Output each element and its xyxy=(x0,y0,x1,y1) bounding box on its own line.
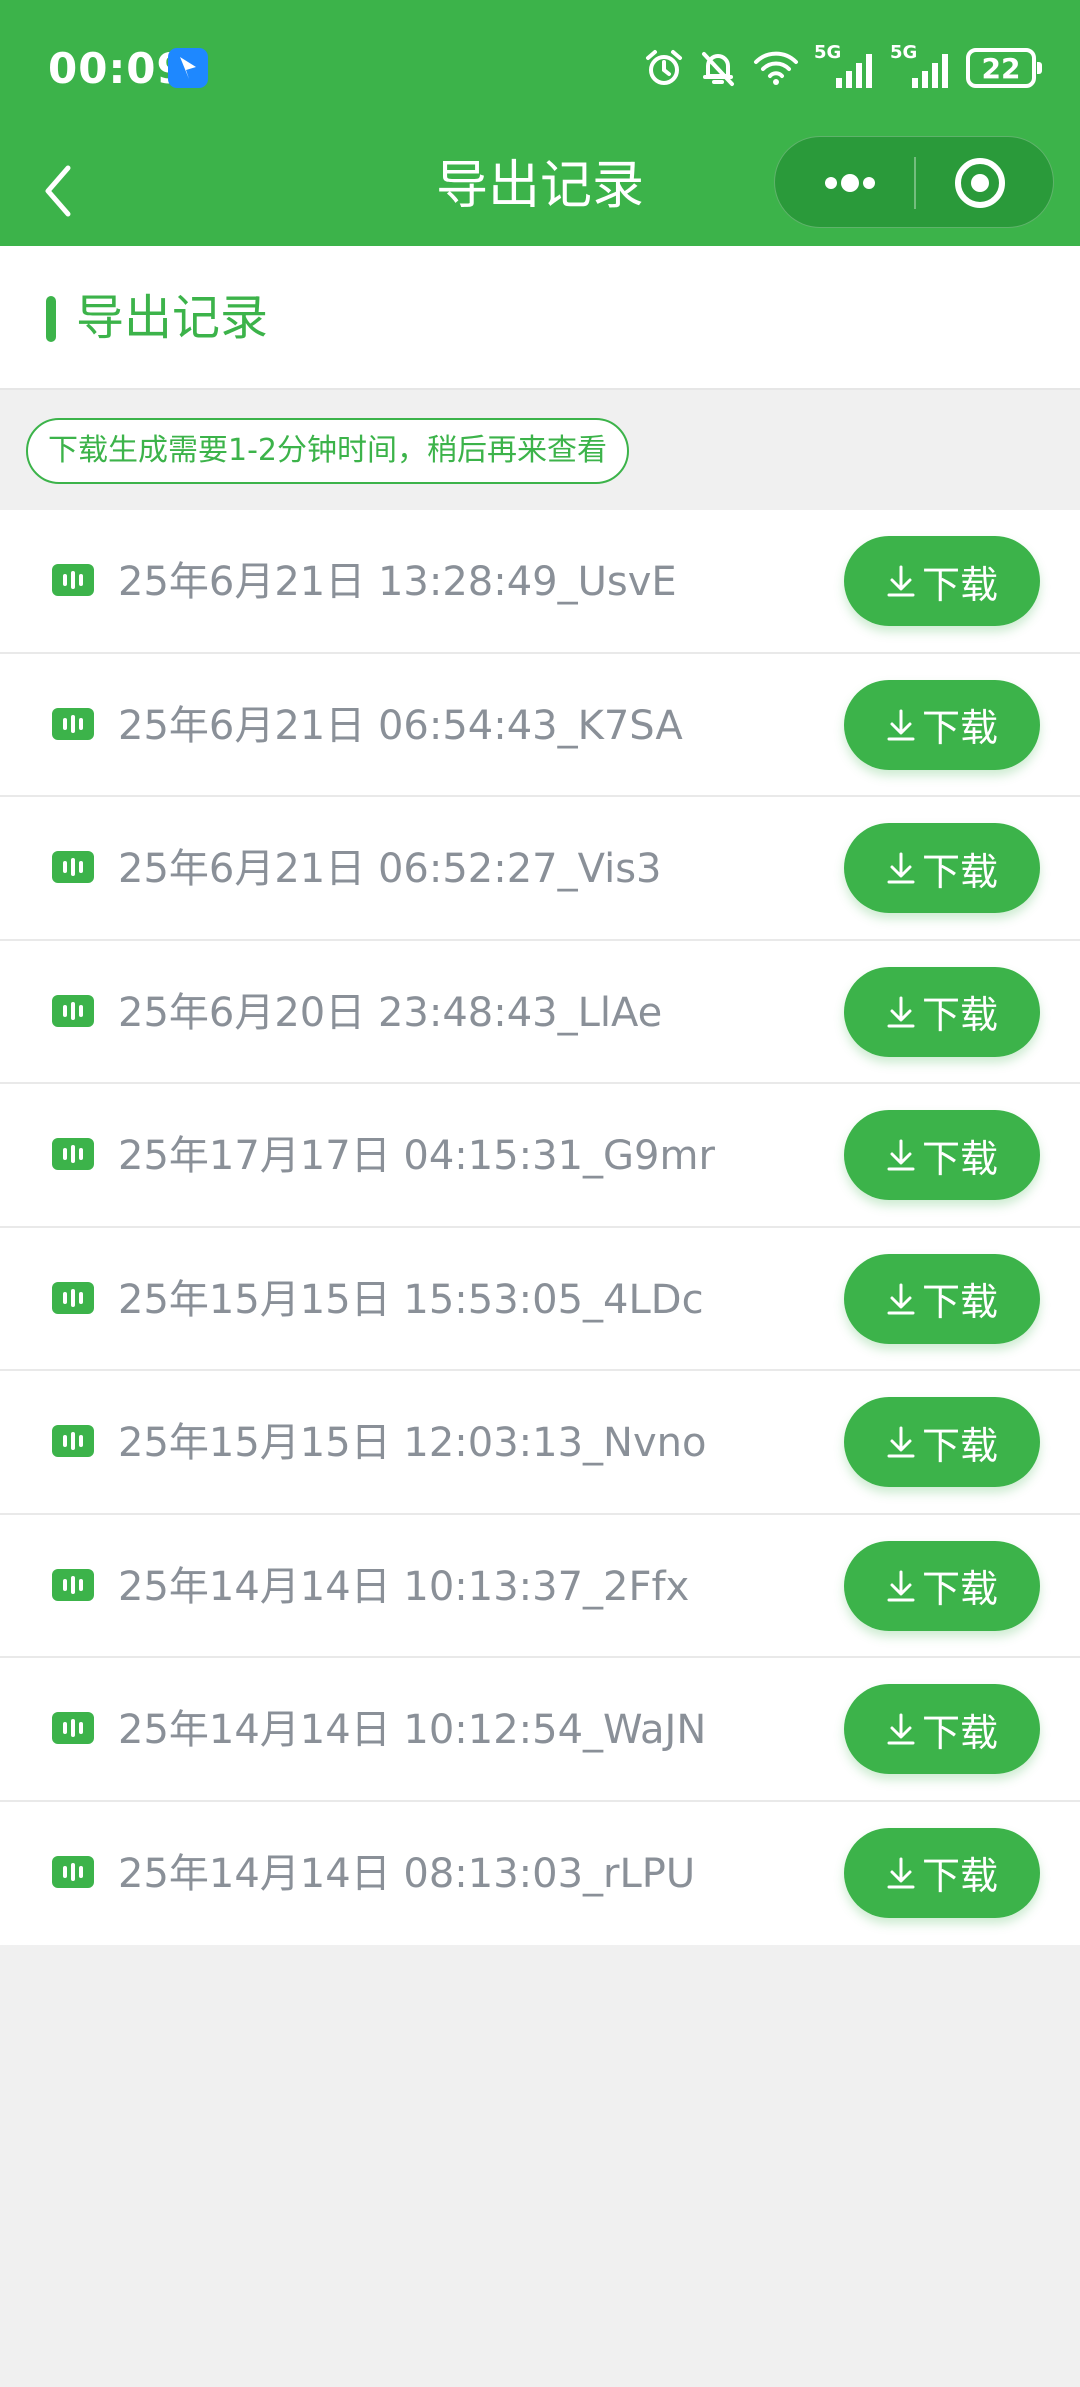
header: 00:09 5G 5G 22 导出记录 xyxy=(0,0,1080,246)
mute-bell-icon xyxy=(702,52,734,86)
download-button-label: 下载 xyxy=(921,1854,998,1898)
file-icon xyxy=(52,1281,94,1314)
record-name: 25年6月21日 13:28:49_UsvE xyxy=(118,559,677,605)
download-icon xyxy=(887,1283,915,1314)
record-name: 25年14月14日 10:12:54_WaJN xyxy=(118,1707,707,1753)
signal-2: 5G xyxy=(890,42,952,90)
download-button-label: 下载 xyxy=(921,706,998,750)
close-miniprogram-button[interactable] xyxy=(925,137,1035,229)
download-button[interactable]: 下载 xyxy=(844,679,1040,770)
export-record-list: 25年6月21日 13:28:49_UsvE 下载 25年6月21日 06:54… xyxy=(0,510,1080,1945)
export-record-row: 25年6月20日 23:48:43_LlAe 下载 xyxy=(0,941,1080,1084)
export-record-row: 25年6月21日 06:54:43_K7SA 下载 xyxy=(0,654,1080,797)
section-title: 导出记录 xyxy=(76,290,269,346)
download-icon xyxy=(887,709,915,740)
download-button[interactable]: 下载 xyxy=(844,1397,1040,1487)
file-icon xyxy=(52,1712,94,1744)
status-time: 00:09 xyxy=(48,44,187,93)
record-name: 25年17月17日 04:15:31_G9mr xyxy=(118,1133,715,1179)
download-button-label: 下载 xyxy=(921,1280,998,1324)
section-header: 导出记录 xyxy=(0,246,1080,390)
mini-program-capsule xyxy=(774,136,1054,228)
battery-level: 22 xyxy=(981,51,1021,85)
download-button-label: 下载 xyxy=(921,1567,998,1611)
file-icon xyxy=(52,1855,94,1888)
download-button[interactable]: 下载 xyxy=(844,1110,1040,1200)
status-icons: 5G 5G 22 xyxy=(644,42,1042,92)
export-record-row: 25年6月21日 13:28:49_UsvE 下载 xyxy=(0,510,1080,654)
battery-indicator: 22 xyxy=(966,48,1042,88)
export-record-row: 25年14月14日 10:13:37_2Ffx 下载 xyxy=(0,1515,1080,1658)
download-icon xyxy=(887,1570,915,1601)
download-icon xyxy=(887,1857,915,1888)
record-name: 25年15月15日 12:03:13_Nvno xyxy=(118,1420,707,1466)
more-button[interactable] xyxy=(795,137,905,229)
notice-badge: 下载生成需要1-2分钟时间，稍后再来查看 xyxy=(26,418,629,484)
download-icon xyxy=(887,852,915,884)
file-icon xyxy=(52,707,94,740)
record-name: 25年6月20日 23:48:43_LlAe xyxy=(118,989,663,1036)
alarm-icon xyxy=(646,50,682,85)
download-button[interactable]: 下载 xyxy=(844,823,1040,913)
export-record-row: 25年6月21日 06:52:27_Vis3 下载 xyxy=(0,797,1080,941)
signal-bars-icon xyxy=(912,54,948,88)
target-circle-icon xyxy=(955,158,1005,208)
download-button-label: 下载 xyxy=(921,1710,998,1755)
export-record-row: 25年15月15日 12:03:13_Nvno 下载 xyxy=(0,1371,1080,1515)
download-button[interactable]: 下载 xyxy=(844,1540,1040,1631)
download-button[interactable]: 下载 xyxy=(844,536,1040,626)
download-icon xyxy=(887,1139,915,1171)
file-icon xyxy=(52,851,94,883)
download-button-label: 下载 xyxy=(921,849,998,894)
download-button[interactable]: 下载 xyxy=(844,1684,1040,1774)
download-button-label: 下载 xyxy=(921,993,998,1037)
notification-app-icon xyxy=(168,48,208,88)
capsule-divider xyxy=(914,157,916,209)
wifi-icon xyxy=(754,51,798,85)
file-icon xyxy=(52,564,94,596)
download-icon xyxy=(887,1426,915,1458)
download-icon xyxy=(887,996,915,1027)
export-record-row: 25年14月14日 08:13:03_rLPU 下载 xyxy=(0,1802,1080,1946)
record-name: 25年15月15日 15:53:05_4LDc xyxy=(118,1276,704,1323)
download-button-label: 下载 xyxy=(921,1136,998,1181)
export-record-row: 25年17月17日 04:15:31_G9mr 下载 xyxy=(0,1084,1080,1228)
nav-bar: 导出记录 xyxy=(0,136,1080,246)
section-accent-bar xyxy=(46,296,56,342)
more-dots-icon xyxy=(825,174,875,192)
download-button-label: 下载 xyxy=(921,1423,998,1468)
download-icon xyxy=(887,565,915,597)
record-name: 25年6月21日 06:54:43_K7SA xyxy=(118,702,683,749)
download-button-label: 下载 xyxy=(921,562,998,607)
export-record-row: 25年14月14日 10:12:54_WaJN 下载 xyxy=(0,1658,1080,1802)
export-record-row: 25年15月15日 15:53:05_4LDc 下载 xyxy=(0,1228,1080,1371)
file-icon xyxy=(52,1138,94,1170)
file-icon xyxy=(52,994,94,1027)
file-icon xyxy=(52,1425,94,1457)
signal-1: 5G xyxy=(814,42,876,90)
record-name: 25年14月14日 10:13:37_2Ffx xyxy=(118,1563,690,1610)
download-button[interactable]: 下载 xyxy=(844,1253,1040,1344)
download-button[interactable]: 下载 xyxy=(844,966,1040,1057)
download-button[interactable]: 下载 xyxy=(844,1827,1040,1918)
record-name: 25年6月21日 06:52:27_Vis3 xyxy=(118,846,662,892)
status-bar: 00:09 5G 5G 22 xyxy=(0,0,1080,136)
download-icon xyxy=(887,1713,915,1745)
file-icon xyxy=(52,1568,94,1601)
record-name: 25年14月14日 08:13:03_rLPU xyxy=(118,1850,696,1897)
signal-bars-icon xyxy=(836,54,872,88)
